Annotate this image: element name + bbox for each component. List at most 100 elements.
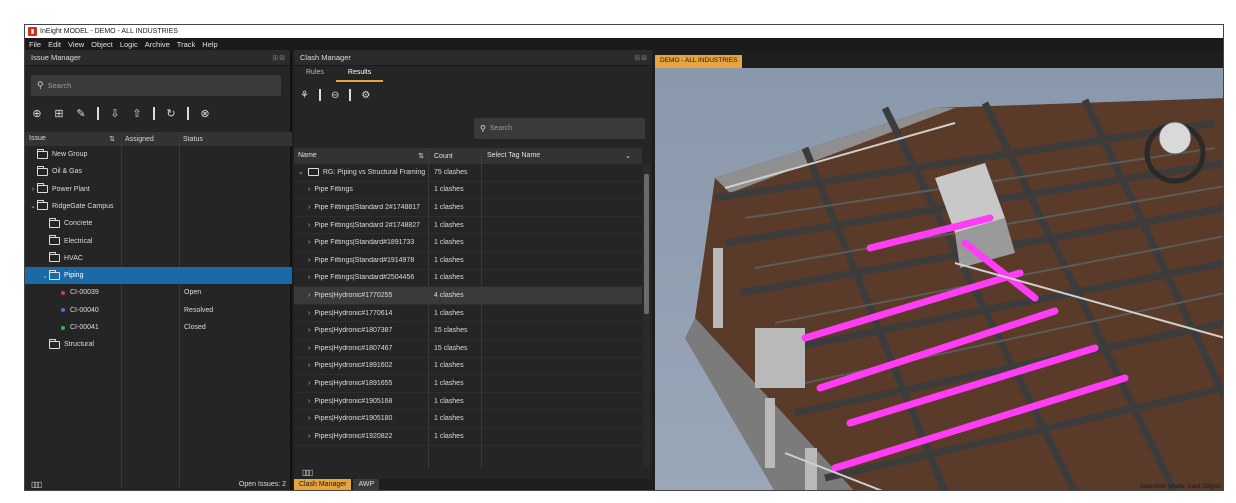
model-viewport[interactable]: Selection Mode: Last Object xyxy=(655,68,1224,491)
clash-row[interactable]: › Pipe Fittings 1 clashes xyxy=(294,182,642,200)
name-column-header[interactable]: Name ⇅ xyxy=(294,152,428,160)
tree-item-label: CI-00041 xyxy=(70,324,99,331)
issue-row[interactable]: CI-00039 Open xyxy=(25,284,292,301)
chevron-down-icon[interactable]: ⌄ xyxy=(298,168,304,176)
clash-name-label: Pipe Fittings|Standard#1914978 xyxy=(314,256,415,264)
folder-row[interactable]: Electrical xyxy=(25,233,292,250)
chevron-right-icon[interactable]: › xyxy=(308,310,310,317)
tree-item-label: Concrete xyxy=(64,220,93,228)
clash-row[interactable]: › Pipes|Hydronic#1905168 1 clashes xyxy=(294,393,642,411)
clash-row[interactable]: › Pipes|Hydronic#1807387 15 clashes xyxy=(294,322,642,340)
panel-dock-icon[interactable]: ⊞⊠ xyxy=(634,54,648,62)
chevron-right-icon[interactable]: › xyxy=(308,239,310,246)
tag-name-label: Select Tag Name xyxy=(487,152,541,159)
clash-row[interactable]: › Pipe Fittings|Standard#2504456 1 clashes xyxy=(294,270,642,288)
add-issue-icon[interactable]: ⊕ xyxy=(31,107,43,120)
clash-name-label: Pipes|Hydronic#1770255 xyxy=(314,291,393,299)
chevron-down-icon[interactable]: ⌄ xyxy=(41,272,49,280)
columns-icon[interactable]: ▯▯▯ xyxy=(31,480,42,489)
chevron-right-icon[interactable]: › xyxy=(308,398,310,405)
clash-name-cell: ⌄ RG: Piping vs Structural Framing xyxy=(294,168,428,177)
folder-row[interactable]: Structural xyxy=(25,336,292,353)
chevron-right-icon[interactable]: › xyxy=(308,292,310,299)
chevron-right-icon[interactable]: › xyxy=(308,257,310,264)
clash-results-list: ⌄ RG: Piping vs Structural Framing 75 clas… xyxy=(294,164,642,464)
chevron-right-icon[interactable]: › xyxy=(308,222,310,229)
clash-row[interactable]: › Pipes|Hydronic#1891655 1 clashes xyxy=(294,375,642,393)
folder-row[interactable]: Concrete xyxy=(25,215,292,232)
panel-dock-icon[interactable]: ⊞⊠ xyxy=(272,54,286,62)
clash-scrollbar[interactable] xyxy=(643,164,650,466)
tag-name-dropdown[interactable]: Select Tag Name ⌄ xyxy=(481,152,631,160)
issue-status: Closed xyxy=(184,324,206,331)
add-folder-icon[interactable]: ⊞ xyxy=(53,107,65,120)
clash-row[interactable]: › Pipe Fittings|Standard 2#1748817 1 clash… xyxy=(294,199,642,217)
issue-search-input[interactable]: ⚲ Search xyxy=(31,75,281,96)
settings-icon[interactable]: ⚙ xyxy=(361,90,370,101)
chevron-right-icon[interactable]: › xyxy=(308,186,310,193)
clash-row[interactable]: › Pipe Fittings|Standard 2#1748827 1 clash… xyxy=(294,217,642,235)
model-3d-render[interactable] xyxy=(655,68,1224,491)
menu-object[interactable]: Object xyxy=(91,40,113,49)
sort-icon[interactable]: ⇅ xyxy=(418,152,424,160)
folder-row[interactable]: ⌄ Piping xyxy=(25,267,292,285)
tab-rules[interactable]: Rules xyxy=(294,66,336,82)
chevron-right-icon[interactable]: › xyxy=(308,327,310,334)
menu-archive[interactable]: Archive xyxy=(145,40,170,49)
edit-issue-icon[interactable]: ✎ xyxy=(75,107,87,120)
menu-file[interactable]: File xyxy=(29,40,41,49)
menu-view[interactable]: View xyxy=(68,40,84,49)
tab-results[interactable]: Results xyxy=(335,66,384,82)
folder-row[interactable]: Oil & Gas xyxy=(25,163,292,180)
folder-row[interactable]: New Group xyxy=(25,146,292,163)
chevron-right-icon[interactable]: › xyxy=(308,433,310,440)
clash-row[interactable]: › Pipes|Hydronic#1891602 1 clashes xyxy=(294,358,642,376)
chevron-right-icon[interactable]: › xyxy=(308,204,310,211)
clash-row[interactable]: › Pipes|Hydronic#1770614 1 clashes xyxy=(294,305,642,323)
chevron-right-icon[interactable]: › xyxy=(308,362,310,369)
menu-help[interactable]: Help xyxy=(202,40,217,49)
clash-row[interactable]: › Pipe Fittings|Standard#1914978 1 clashes xyxy=(294,252,642,270)
tree-item-label: CI-00040 xyxy=(70,306,99,314)
assigned-column-header[interactable]: Assigned xyxy=(121,136,179,143)
status-column-header[interactable]: Status xyxy=(179,136,203,143)
clash-count-cell: 1 clashes xyxy=(434,221,464,229)
tab-clash-manager[interactable]: Clash Manager xyxy=(294,479,352,490)
clash-search-input[interactable]: ⚲ Search xyxy=(474,118,645,139)
clash-name-cell: › Pipes|Hydronic#1891602 xyxy=(294,362,428,369)
chevron-right-icon[interactable]: › xyxy=(308,415,310,422)
chevron-right-icon[interactable]: › xyxy=(29,186,37,193)
export-icon[interactable]: ⇧ xyxy=(131,107,143,120)
chevron-down-icon[interactable]: ⌄ xyxy=(29,202,37,210)
menu-logic[interactable]: Logic xyxy=(120,40,138,49)
clash-row[interactable]: › Pipes|Hydronic#1920822 1 clashes xyxy=(294,428,642,446)
scroll-thumb[interactable] xyxy=(644,174,649,314)
clash-row[interactable]: › Pipes|Hydronic#1905180 1 clashes xyxy=(294,410,642,428)
chevron-right-icon[interactable]: › xyxy=(308,345,310,352)
clash-row[interactable]: › Pipes|Hydronic#1807467 15 clashes xyxy=(294,340,642,358)
import-icon[interactable]: ⇩ xyxy=(109,107,121,120)
issue-row[interactable]: CI-00040 Resolved xyxy=(25,302,292,319)
chevron-right-icon[interactable]: › xyxy=(308,274,310,281)
folder-row[interactable]: ⌄ RidgeGate Campus xyxy=(25,198,292,215)
clash-name-label: RG: Piping vs Structural Framing xyxy=(322,168,426,176)
folder-row[interactable]: HVAC xyxy=(25,250,292,267)
folder-row[interactable]: › Power Plant xyxy=(25,181,292,198)
columns-icon[interactable]: ▯▯▯ xyxy=(302,468,313,477)
clash-row[interactable]: › Pipes|Hydronic#1770255 4 clashes xyxy=(294,287,642,305)
tab-awp[interactable]: AWP xyxy=(353,479,380,490)
delete-icon[interactable]: ⊗ xyxy=(199,107,211,120)
refresh-icon[interactable]: ↻ xyxy=(165,107,177,120)
viewport-tab[interactable]: DEMO - ALL INDUSTRIES xyxy=(655,55,743,68)
issue-row[interactable]: CI-00041 Closed xyxy=(25,319,292,336)
chevron-right-icon[interactable]: › xyxy=(308,380,310,387)
menu-edit[interactable]: Edit xyxy=(48,40,61,49)
count-column-header[interactable]: Count xyxy=(428,153,481,160)
run-clash-icon[interactable]: ⚘ xyxy=(300,90,309,101)
sort-icon[interactable]: ⇅ xyxy=(109,135,115,143)
issue-column-header[interactable]: Issue ⇅ xyxy=(25,135,121,143)
clash-group-row[interactable]: ⌄ RG: Piping vs Structural Framing 75 clas… xyxy=(294,164,642,182)
menu-track[interactable]: Track xyxy=(177,40,195,49)
clash-row[interactable]: › Pipe Fittings|Standard#1891733 1 clashes xyxy=(294,234,642,252)
collapse-icon[interactable]: ⊖ xyxy=(331,90,339,101)
